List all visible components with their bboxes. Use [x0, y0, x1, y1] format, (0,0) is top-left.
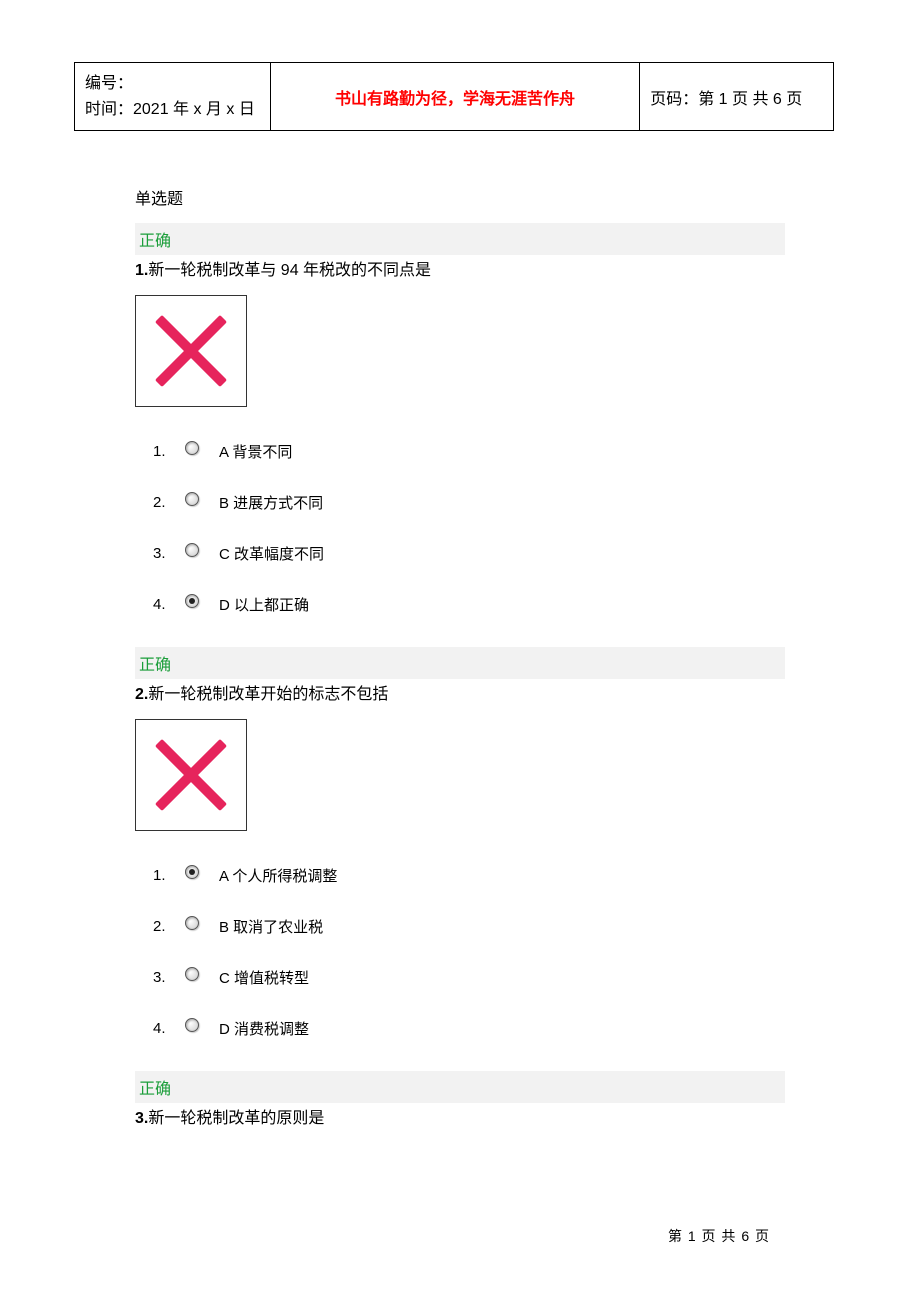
question-text: 1.新一轮税制改革与 94 年税改的不同点是	[135, 259, 785, 283]
header-time-label: 时间：2021 年 x 月 x 日	[85, 97, 260, 123]
header-id-label: 编号：	[85, 71, 260, 97]
radio-button[interactable]	[185, 1018, 199, 1032]
option-label: C 改革幅度不同	[219, 543, 324, 564]
radio-button[interactable]	[185, 916, 199, 930]
question-body: 新一轮税制改革开始的标志不包括	[148, 686, 388, 703]
broken-image-icon	[156, 316, 226, 386]
option-row: 3. C 增值税转型	[153, 967, 785, 988]
image-placeholder	[135, 295, 247, 407]
option-label: C 增值税转型	[219, 967, 309, 988]
radio-button[interactable]	[185, 967, 199, 981]
option-label: B 取消了农业税	[219, 916, 323, 937]
status-correct: 正确	[135, 1071, 785, 1103]
option-row: 3. C 改革幅度不同	[153, 543, 785, 564]
option-number: 1.	[153, 867, 185, 884]
status-correct: 正确	[135, 647, 785, 679]
option-row: 2. B 取消了农业税	[153, 916, 785, 937]
option-number: 3.	[153, 545, 185, 562]
radio-button-selected[interactable]	[185, 865, 199, 879]
radio-button[interactable]	[185, 543, 199, 557]
option-row: 4. D 消费税调整	[153, 1018, 785, 1039]
radio-button[interactable]	[185, 441, 199, 455]
question-body: 新一轮税制改革与 94 年税改的不同点是	[148, 262, 431, 279]
options-list: 1. A 背景不同 2. B 进展方式不同 3. C 改革幅度不同 4. D 以…	[153, 441, 785, 615]
option-label: A 背景不同	[219, 441, 292, 462]
header-left-cell: 编号： 时间：2021 年 x 月 x 日	[75, 63, 271, 131]
option-label: B 进展方式不同	[219, 492, 323, 513]
question-number: 1.	[135, 262, 148, 279]
option-number: 4.	[153, 1020, 185, 1037]
option-number: 2.	[153, 918, 185, 935]
option-number: 3.	[153, 969, 185, 986]
option-row: 1. A 个人所得税调整	[153, 865, 785, 886]
content-area: 单选题 正确 1.新一轮税制改革与 94 年税改的不同点是 1. A 背景不同 …	[135, 185, 785, 1143]
option-row: 1. A 背景不同	[153, 441, 785, 462]
option-number: 2.	[153, 494, 185, 511]
option-row: 2. B 进展方式不同	[153, 492, 785, 513]
image-placeholder	[135, 719, 247, 831]
option-row: 4. D 以上都正确	[153, 594, 785, 615]
question-number: 2.	[135, 686, 148, 703]
question-text: 3.新一轮税制改革的原则是	[135, 1107, 785, 1131]
option-label: D 以上都正确	[219, 594, 309, 615]
option-number: 1.	[153, 443, 185, 460]
page-footer: 第 1 页 共 6 页	[668, 1226, 770, 1246]
question-text: 2.新一轮税制改革开始的标志不包括	[135, 683, 785, 707]
section-title: 单选题	[135, 185, 785, 209]
option-label: D 消费税调整	[219, 1018, 309, 1039]
question-body: 新一轮税制改革的原则是	[148, 1110, 324, 1127]
options-list: 1. A 个人所得税调整 2. B 取消了农业税 3. C 增值税转型 4. D…	[153, 865, 785, 1039]
header-table: 编号： 时间：2021 年 x 月 x 日 书山有路勤为径，学海无涯苦作舟 页码…	[74, 62, 834, 131]
option-number: 4.	[153, 596, 185, 613]
broken-image-icon	[156, 740, 226, 810]
radio-button-selected[interactable]	[185, 594, 199, 608]
status-correct: 正确	[135, 223, 785, 255]
question-number: 3.	[135, 1110, 148, 1127]
option-label: A 个人所得税调整	[219, 865, 337, 886]
radio-button[interactable]	[185, 492, 199, 506]
header-page-info: 页码：第 1 页 共 6 页	[640, 63, 834, 131]
header-quote: 书山有路勤为径，学海无涯苦作舟	[270, 63, 639, 131]
